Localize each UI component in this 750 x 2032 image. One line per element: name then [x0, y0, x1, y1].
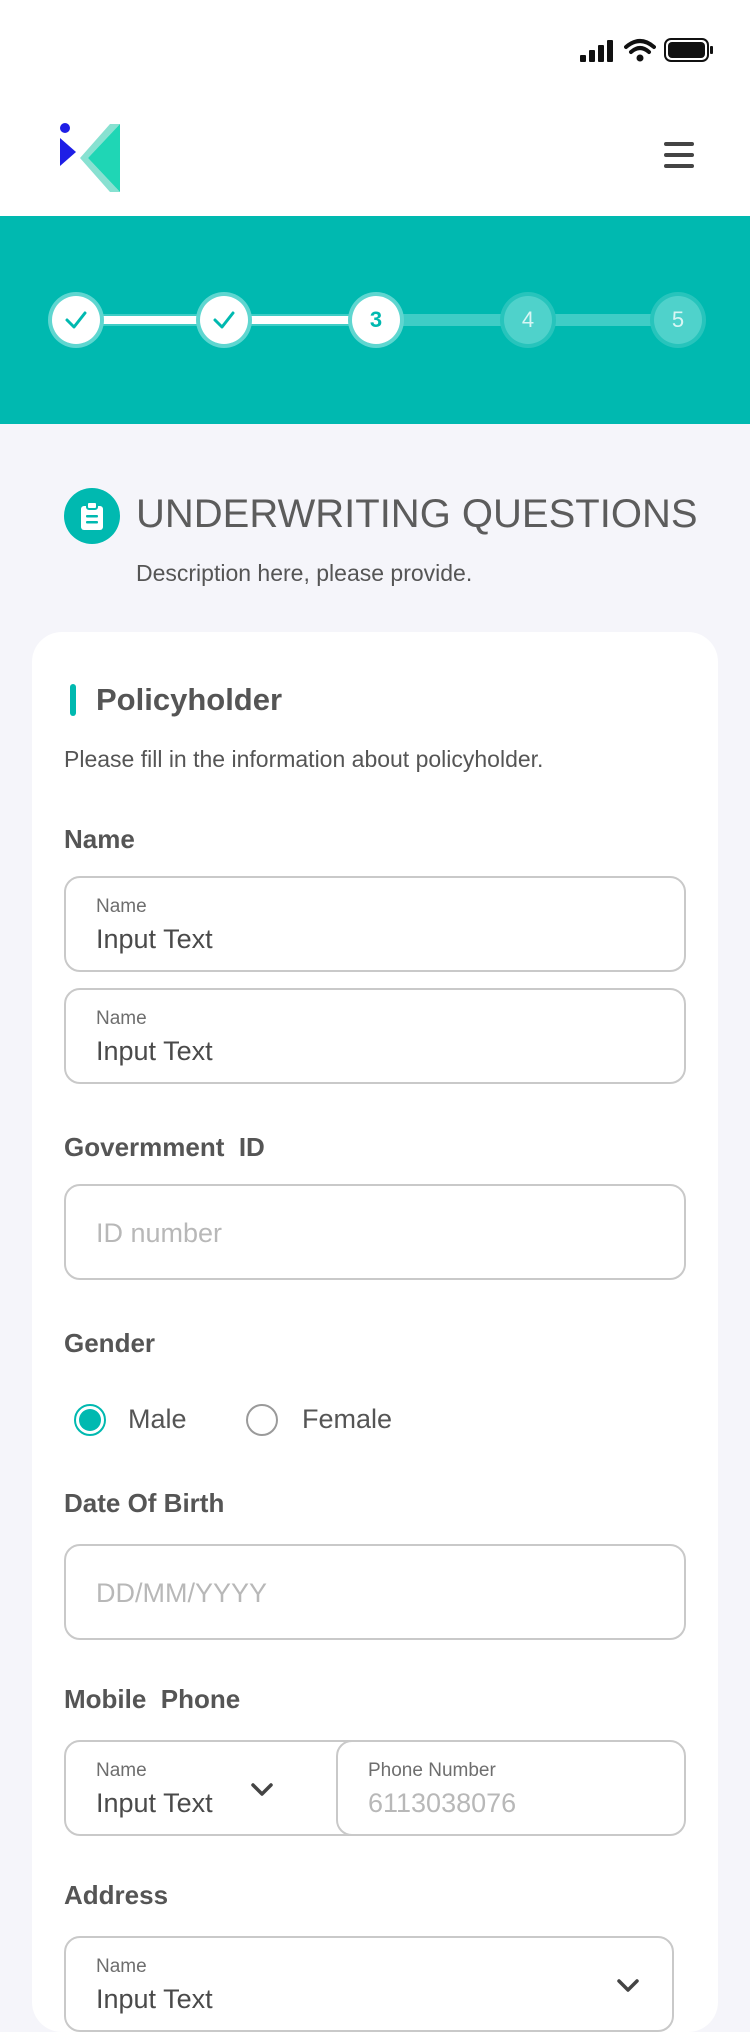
gender-female-radio[interactable]	[246, 1404, 278, 1436]
check-icon	[65, 311, 87, 329]
field-label: Name	[96, 1760, 147, 1781]
step-1[interactable]	[52, 296, 100, 344]
dob-section-label: Date Of Birth	[64, 1488, 225, 1518]
address-select[interactable]: Name Input Text	[64, 1936, 674, 2032]
page-description: Description here, please provide.	[136, 560, 473, 586]
gov-id-field[interactable]: ID number	[64, 1184, 686, 1280]
field-value: Input Text	[96, 1036, 213, 1066]
policyholder-card: Policyholder Please fill in the informat…	[32, 632, 718, 2032]
field-label: Name	[96, 896, 147, 917]
step-2[interactable]	[200, 296, 248, 344]
step-4[interactable]: 4	[504, 296, 552, 344]
card-subtitle: Please fill in the information about pol…	[64, 746, 544, 772]
field-value: Input Text	[96, 1788, 213, 1818]
phone-number-field[interactable]: Phone Number 6113038076	[336, 1740, 686, 1836]
gender-male-label[interactable]: Male	[128, 1404, 187, 1435]
wifi-icon	[624, 39, 656, 62]
name-first-field[interactable]: Name Input Text	[64, 876, 686, 972]
field-label: Name	[96, 1008, 147, 1029]
clipboard-icon	[81, 501, 103, 530]
field-label: Name	[96, 1956, 147, 1977]
field-value: Input Text	[96, 924, 213, 954]
card-title-accent	[70, 684, 76, 716]
gender-section-label: Gender	[64, 1328, 156, 1358]
name-second-field[interactable]: Name Input Text	[64, 988, 686, 1084]
field-placeholder: 6113038076	[368, 1788, 517, 1818]
field-placeholder: ID number	[96, 1218, 223, 1248]
main-content: UNDERWRITING QUESTIONS Description here,…	[0, 424, 750, 2032]
app-header	[0, 104, 750, 216]
section-icon-badge	[64, 488, 120, 544]
name-section-label: Name	[64, 824, 135, 854]
field-placeholder: DD/MM/YYYY	[96, 1578, 268, 1608]
gender-male-radio[interactable]	[74, 1404, 106, 1436]
field-label: Phone Number	[368, 1760, 496, 1781]
page-title: UNDERWRITING QUESTIONS	[136, 492, 698, 536]
card-title: Policyholder	[96, 682, 283, 717]
step-5[interactable]: 5	[654, 296, 702, 344]
app-logo[interactable]	[58, 122, 124, 194]
step-3[interactable]: 3	[352, 296, 400, 344]
mobile-section-label: Mobile Phone	[64, 1684, 241, 1714]
gender-female-label[interactable]: Female	[302, 1404, 392, 1435]
country-code-select[interactable]: Name Input Text	[64, 1740, 354, 1836]
dob-field[interactable]: DD/MM/YYYY	[64, 1544, 686, 1640]
hamburger-menu-icon[interactable]	[664, 142, 694, 168]
chevron-down-icon[interactable]	[616, 1978, 640, 1994]
chevron-down-icon[interactable]	[250, 1782, 274, 1798]
status-bar	[0, 0, 750, 104]
check-icon	[213, 311, 235, 329]
battery-icon	[664, 38, 713, 62]
cellular-signal-icon	[580, 40, 613, 62]
progress-stepper: 3 4 5	[0, 216, 750, 424]
gov-id-section-label: Govermment ID	[64, 1132, 265, 1162]
address-section-label: Address	[64, 1880, 169, 1910]
